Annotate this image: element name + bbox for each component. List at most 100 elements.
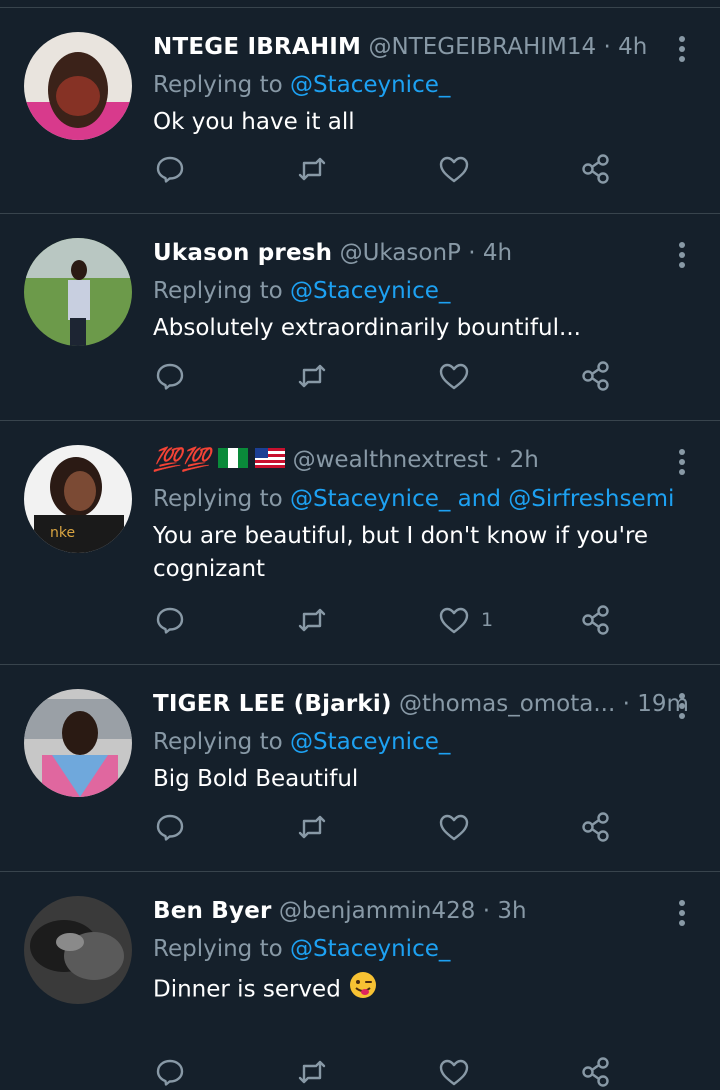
avatar[interactable] [24, 896, 132, 1004]
like-button[interactable] [437, 151, 481, 187]
tweet-text: Absolutely extraordinarily bountiful... [153, 312, 690, 345]
svg-text:nke: nke [50, 525, 75, 541]
user-handle[interactable]: @wealthnextrest [293, 447, 488, 473]
share-icon [582, 605, 609, 635]
share-button[interactable] [579, 151, 613, 187]
reply-button[interactable] [153, 809, 187, 845]
heart-icon [439, 1059, 469, 1086]
timestamp[interactable]: 4h [483, 240, 512, 266]
retweet-icon [298, 815, 326, 839]
reply-icon [156, 363, 184, 390]
user-handle[interactable]: @benjammin428 [279, 898, 476, 924]
tweet[interactable]: Ukason presh @UkasonP · 4h Replying to @… [0, 214, 720, 421]
reply-button[interactable] [153, 358, 187, 394]
tweet-text-line: Absolutely extraordinarily bountiful... [153, 315, 581, 341]
user-handle[interactable]: @thomas_omota... [399, 691, 615, 717]
share-icon [582, 1057, 609, 1087]
display-name[interactable]: NTEGE IBRAHIM [153, 34, 361, 60]
like-button[interactable] [437, 358, 481, 394]
retweet-button[interactable] [295, 1054, 329, 1090]
nigeria-flag-icon [218, 442, 248, 480]
reply-icon [156, 814, 184, 841]
replying-to-label: Replying to [153, 72, 283, 98]
tweet-text-line: You are beautiful, but I don't know if y… [153, 522, 649, 549]
tweet-text-line: Ok you have it all [153, 109, 355, 135]
display-name[interactable]: 💯💯 [153, 447, 211, 473]
tweet[interactable]: NTEGE IBRAHIM @NTEGEIBRAHIM14 · 4h Reply… [0, 8, 720, 214]
retweet-button[interactable] [295, 358, 329, 394]
share-button[interactable] [579, 809, 613, 845]
like-count: 1 [481, 609, 494, 631]
separator-dot: · [495, 447, 503, 473]
tweet[interactable]: Ben Byer @benjammin428 · 3h Replying to … [0, 872, 720, 1087]
reply-button[interactable] [153, 151, 187, 187]
replying-to-label: Replying to [153, 729, 283, 755]
avatar[interactable] [24, 32, 132, 140]
heart-icon [439, 814, 469, 841]
share-icon [582, 812, 609, 842]
heart-icon [439, 363, 469, 390]
share-icon [582, 361, 609, 391]
avatar[interactable]: nke [24, 445, 132, 553]
timestamp[interactable]: 2h [510, 447, 539, 473]
like-button[interactable]: 1 [437, 602, 493, 638]
like-button[interactable] [437, 1054, 481, 1090]
retweet-button[interactable] [295, 602, 329, 638]
reply-icon [156, 607, 184, 634]
winking-tongue-emoji-icon [348, 970, 378, 1010]
tweet-text: Big Bold Beautiful [153, 763, 690, 796]
tweet-text-line: Big Bold Beautiful [153, 766, 359, 792]
more-vertical-icon[interactable] [678, 449, 686, 479]
replying-to-label: Replying to [153, 485, 283, 512]
display-name[interactable]: Ukason presh [153, 240, 332, 266]
us-flag-icon [255, 442, 286, 480]
separator-dot: · [468, 240, 476, 266]
display-name[interactable]: TIGER LEE (Bjarki) [153, 691, 392, 717]
more-vertical-icon[interactable] [678, 900, 686, 930]
user-handle[interactable]: @NTEGEIBRAHIM14 [368, 34, 596, 60]
mention-link[interactable]: @Sirfreshsemi [508, 486, 674, 512]
retweet-button[interactable] [295, 809, 329, 845]
tweet-text-line: cognizant [153, 555, 266, 582]
reply-button[interactable] [153, 1054, 187, 1090]
reply-icon [156, 156, 184, 183]
top-divider [0, 0, 720, 8]
share-button[interactable] [579, 358, 613, 394]
mention-link[interactable]: @Staceynice_ [290, 72, 450, 98]
avatar[interactable] [24, 238, 132, 346]
more-vertical-icon[interactable] [678, 36, 686, 66]
share-icon [582, 154, 609, 184]
separator-dot: · [603, 34, 611, 60]
mention-link[interactable]: @Staceynice_ [290, 486, 450, 512]
tweet-text: You are beautiful, but I don't know if y… [153, 520, 690, 586]
and-connector: and [450, 485, 509, 512]
mention-link[interactable]: @Staceynice_ [290, 278, 450, 304]
reply-button[interactable] [153, 602, 187, 638]
avatar[interactable] [24, 689, 132, 797]
more-vertical-icon[interactable] [678, 693, 686, 723]
share-button[interactable] [579, 1054, 613, 1090]
user-handle[interactable]: @UkasonP [340, 240, 461, 266]
tweet[interactable]: TIGER LEE (Bjarki) @thomas_omota... · 19… [0, 665, 720, 872]
retweet-button[interactable] [295, 151, 329, 187]
replying-to-label: Replying to [153, 278, 283, 304]
like-button[interactable] [437, 809, 481, 845]
tweet-actions [153, 151, 620, 187]
timestamp[interactable]: 3h [497, 898, 526, 924]
mention-link[interactable]: @Staceynice_ [290, 936, 450, 962]
tweet[interactable]: nke 💯💯 @wealthnextrest · 2h Replying to … [0, 421, 720, 665]
retweet-icon [298, 157, 326, 181]
more-vertical-icon[interactable] [678, 242, 686, 272]
display-name[interactable]: Ben Byer [153, 898, 272, 924]
retweet-icon [298, 608, 326, 632]
heart-icon [439, 607, 469, 634]
tweet-text: Dinner is served [153, 970, 690, 1010]
timestamp[interactable]: 4h [618, 34, 647, 60]
reply-icon [156, 1059, 184, 1086]
retweet-icon [298, 1060, 326, 1084]
tweet-text: Ok you have it all [153, 106, 690, 139]
replying-to-label: Replying to [153, 936, 283, 962]
share-button[interactable] [579, 602, 613, 638]
mention-link[interactable]: @Staceynice_ [290, 729, 450, 755]
tweet-text-line: Dinner is served [153, 976, 341, 1003]
